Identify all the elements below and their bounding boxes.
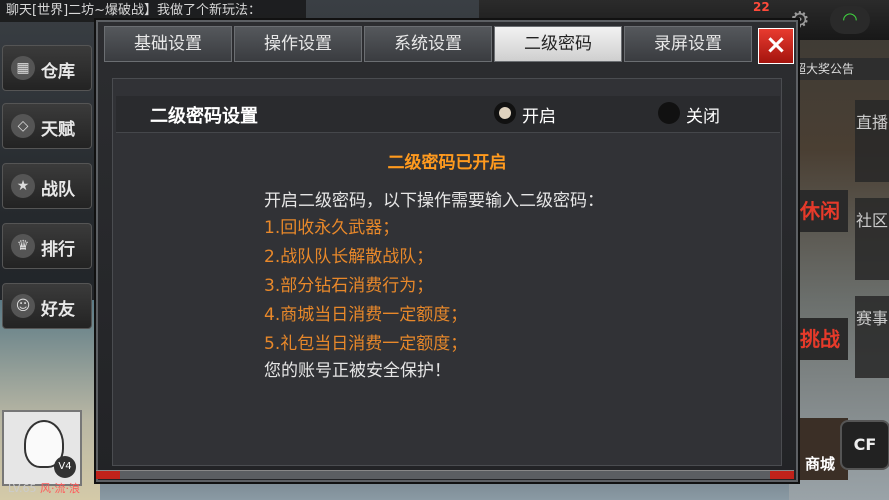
tab-label: 操作设置 <box>264 34 332 54</box>
wifi-icon: ◠ <box>830 6 870 34</box>
live-label: 直播 <box>855 113 888 132</box>
level-text: LV.65 <box>8 482 37 495</box>
notice-banner[interactable]: 超大奖公告 <box>790 58 889 80</box>
menu-warehouse-button[interactable]: ▦ 仓库 <box>2 45 92 91</box>
tab-basic-settings[interactable]: 基础设置 <box>104 26 232 62</box>
radio-enable-label[interactable]: 开启 <box>522 102 556 127</box>
community-label: 社区 <box>855 211 888 230</box>
menu-label: 好友 <box>41 300 75 320</box>
menu-friends-button[interactable]: ☺ 好友 <box>2 283 92 329</box>
notice-text: 超大奖公告 <box>794 62 855 76</box>
list-item: 4.商城当日消费一定额度； <box>264 305 468 325</box>
protection-footer: 您的账号正被安全保护！ <box>264 361 451 381</box>
intro-text: 开启二级密码，以下操作需要输入二级密码： <box>264 191 604 211</box>
casual-label: 休闲 <box>800 199 840 223</box>
radio-disable[interactable] <box>658 102 680 124</box>
protected-operations-list: 1.回收永久武器； 2.战队队长解散战队； 3.部分钻石消费行为； 4.商城当日… <box>264 214 467 359</box>
bottom-accent-left <box>96 471 120 479</box>
close-icon: × <box>765 30 787 60</box>
tab-control-settings[interactable]: 操作设置 <box>234 26 362 62</box>
bottom-accent-right <box>770 471 794 479</box>
player-name: 风·流·浪 <box>40 482 81 495</box>
chat-text: 聊天[世界]二坊~爆破战】我做了个新玩法： <box>6 3 262 18</box>
tab-recording-settings[interactable]: 录屏设置 <box>624 26 752 62</box>
casual-mode-button[interactable]: 休闲 <box>792 190 848 232</box>
tab-system-settings[interactable]: 系统设置 <box>364 26 492 62</box>
close-button[interactable]: × <box>758 28 794 64</box>
radio-disable-label[interactable]: 关闭 <box>686 102 720 127</box>
friends-icon: ☺ <box>11 294 35 318</box>
menu-talent-button[interactable]: ◇ 天赋 <box>2 103 92 149</box>
setting-title: 二级密码设置 <box>150 106 258 127</box>
events-tab[interactable]: 赛事 <box>855 296 889 378</box>
tab-label: 二级密码 <box>524 34 592 54</box>
warehouse-icon: ▦ <box>11 56 35 80</box>
cf-logo-text: CF <box>853 435 877 454</box>
vip-badge: V4 <box>54 456 76 478</box>
avatar[interactable]: V4 <box>2 410 82 486</box>
tab-label: 基础设置 <box>134 34 202 54</box>
notification-count: 22 <box>753 0 770 14</box>
menu-clan-button[interactable]: ★ 战队 <box>2 163 92 209</box>
tab-label: 录屏设置 <box>654 34 722 54</box>
menu-label: 战队 <box>41 180 75 200</box>
menu-label: 仓库 <box>41 62 75 82</box>
list-item: 2.战队队长解散战队； <box>264 247 434 267</box>
events-label: 赛事 <box>855 309 888 328</box>
password-setting-row: 二级密码设置 开启 关闭 <box>116 96 780 133</box>
star-icon: ★ <box>11 174 35 198</box>
list-item: 3.部分钻石消费行为； <box>264 276 434 296</box>
list-item: 1.回收永久武器； <box>264 218 400 238</box>
password-status: 二级密码已开启 <box>387 153 507 173</box>
player-level: LV.65 风·流·浪 <box>8 480 80 496</box>
cf-logo-button[interactable]: CF <box>840 420 889 470</box>
settings-dialog: 基础设置 操作设置 系统设置 二级密码 录屏设置 × 二级密码设置 开启 关闭 … <box>96 20 798 482</box>
tab-secondary-password[interactable]: 二级密码 <box>494 26 622 62</box>
tab-label: 系统设置 <box>394 34 462 54</box>
menu-label: 排行 <box>41 240 75 260</box>
live-stream-tab[interactable]: 直播 <box>855 100 889 182</box>
radio-enable[interactable] <box>494 102 516 124</box>
menu-ranking-button[interactable]: ♛ 排行 <box>2 223 92 269</box>
talent-icon: ◇ <box>11 114 35 138</box>
challenge-label: 挑战 <box>800 327 840 351</box>
menu-label: 天赋 <box>41 120 75 140</box>
trophy-icon: ♛ <box>11 234 35 258</box>
list-item: 5.礼包当日消费一定额度； <box>264 334 468 354</box>
challenge-mode-button[interactable]: 挑战 <box>792 318 848 360</box>
community-tab[interactable]: 社区 <box>855 198 889 280</box>
world-chat-bar[interactable]: 聊天[世界]二坊~爆破战】我做了个新玩法： <box>0 0 306 22</box>
dialog-bottom-bar <box>96 470 794 479</box>
